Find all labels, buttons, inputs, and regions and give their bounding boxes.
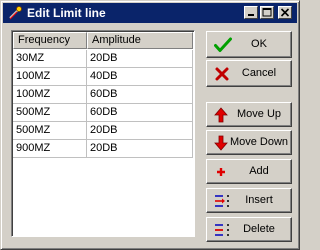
frequency-cell[interactable]: 900MZ xyxy=(13,140,87,158)
minimize-icon xyxy=(248,14,254,16)
move-down-label: Move Down xyxy=(229,136,289,148)
table-row[interactable]: 500MZ 20DB xyxy=(13,122,193,140)
table-row[interactable]: 900MZ 20DB xyxy=(13,140,193,158)
maximize-icon xyxy=(262,8,272,17)
window-title: Edit Limit line xyxy=(27,6,106,20)
add-label: Add xyxy=(249,165,269,177)
close-icon xyxy=(280,8,290,17)
move-down-button[interactable]: Move Down xyxy=(206,130,292,155)
add-button[interactable]: Add xyxy=(206,159,292,184)
frequency-cell[interactable]: 500MZ xyxy=(13,104,87,122)
minimize-button[interactable] xyxy=(244,6,258,19)
amplitude-cell[interactable]: 20DB xyxy=(87,140,193,158)
ok-label: OK xyxy=(251,38,267,50)
frequency-cell[interactable]: 100MZ xyxy=(13,68,87,86)
move-up-label: Move Up xyxy=(236,108,282,120)
amplitude-cell[interactable]: 20DB xyxy=(87,50,193,68)
edit-limit-line-dialog: Edit Limit line Frequency Amplitude 30MZ… xyxy=(0,0,300,250)
ok-button[interactable]: OK xyxy=(206,31,292,58)
table-row[interactable]: 500MZ 60DB xyxy=(13,104,193,122)
column-header-amplitude[interactable]: Amplitude xyxy=(87,32,193,49)
delete-label: Delete xyxy=(243,223,275,235)
insert-label: Insert xyxy=(245,194,273,206)
delete-button[interactable]: Delete xyxy=(206,217,292,242)
insert-button[interactable]: Insert xyxy=(206,188,292,213)
frequency-cell[interactable]: 100MZ xyxy=(13,86,87,104)
frequency-cell[interactable]: 30MZ xyxy=(13,50,87,68)
amplitude-cell[interactable]: 60DB xyxy=(87,104,193,122)
cancel-label: Cancel xyxy=(241,67,277,79)
x-icon xyxy=(215,67,229,81)
close-button[interactable] xyxy=(278,6,292,19)
plus-icon xyxy=(217,168,225,176)
table-row[interactable]: 30MZ 20DB xyxy=(13,50,193,68)
arrow-down-icon xyxy=(214,135,228,151)
cancel-button[interactable]: Cancel xyxy=(206,60,292,87)
arrow-up-icon xyxy=(214,107,228,123)
title-bar[interactable]: Edit Limit line xyxy=(3,3,297,23)
move-up-button[interactable]: Move Up xyxy=(206,102,292,127)
table-row[interactable]: 100MZ 60DB xyxy=(13,86,193,104)
maximize-button[interactable] xyxy=(260,6,274,19)
app-icon xyxy=(9,6,22,20)
table-row[interactable]: 100MZ 40DB xyxy=(13,68,193,86)
amplitude-cell[interactable]: 60DB xyxy=(87,86,193,104)
frequency-cell[interactable]: 500MZ xyxy=(13,122,87,140)
column-header-frequency[interactable]: Frequency xyxy=(13,32,87,49)
amplitude-cell[interactable]: 40DB xyxy=(87,68,193,86)
limit-line-table[interactable]: Frequency Amplitude 30MZ 20DB 100MZ 40DB… xyxy=(11,30,195,237)
amplitude-cell[interactable]: 20DB xyxy=(87,122,193,140)
